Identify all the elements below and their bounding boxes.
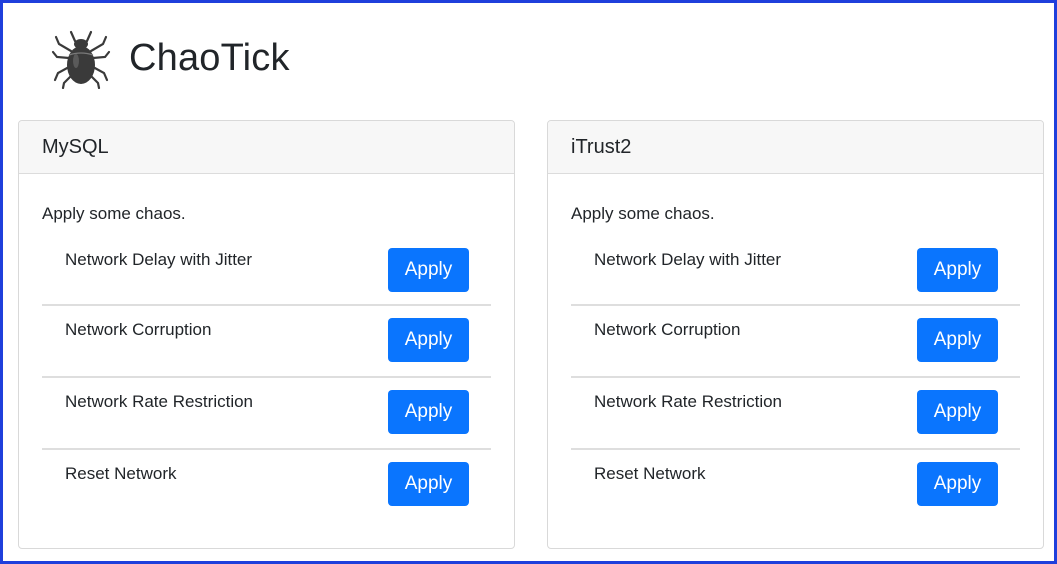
chaos-action-label: Network Corruption bbox=[65, 320, 212, 339]
card-description: Apply some chaos. bbox=[571, 204, 715, 223]
chaos-action-label: Network Rate Restriction bbox=[65, 392, 254, 411]
apply-button-network-rate[interactable]: Apply bbox=[917, 390, 998, 434]
card-body: Apply some chaos. Network Delay with Jit… bbox=[548, 203, 1043, 522]
chaos-action-label: Reset Network bbox=[65, 464, 177, 483]
card-itrust2: iTrust2 Apply some chaos. Network Delay … bbox=[547, 120, 1044, 549]
chaos-action-row: Reset Network Apply bbox=[571, 450, 1020, 522]
chaos-action-label: Network Delay with Jitter bbox=[65, 250, 253, 269]
apply-button-network-delay[interactable]: Apply bbox=[917, 248, 998, 292]
chaos-action-row: Reset Network Apply bbox=[42, 450, 491, 522]
apply-button-reset-network[interactable]: Apply bbox=[917, 462, 998, 506]
app-title: ChaoTick bbox=[129, 36, 290, 79]
card-mysql: MySQL Apply some chaos. Network Delay wi… bbox=[18, 120, 515, 549]
apply-button-reset-network[interactable]: Apply bbox=[388, 462, 469, 506]
chaos-action-label: Network Rate Restriction bbox=[594, 392, 783, 411]
apply-button-network-corruption[interactable]: Apply bbox=[917, 318, 998, 362]
chaos-action-row: Network Delay with Jitter Apply bbox=[42, 236, 491, 306]
chaos-action-row: Network Rate Restriction Apply bbox=[571, 378, 1020, 450]
chaos-action-row: Network Corruption Apply bbox=[42, 306, 491, 378]
card-header: MySQL bbox=[19, 121, 514, 174]
card-description: Apply some chaos. bbox=[42, 204, 186, 223]
chaos-action-row: Network Corruption Apply bbox=[571, 306, 1020, 378]
chaos-action-list: Network Delay with Jitter Apply Network … bbox=[42, 236, 491, 522]
chaos-action-list: Network Delay with Jitter Apply Network … bbox=[571, 236, 1020, 522]
window-frame: ChaoTick MySQL Apply some chaos. Network… bbox=[0, 0, 1057, 564]
apply-button-network-delay[interactable]: Apply bbox=[388, 248, 469, 292]
card-header: iTrust2 bbox=[548, 121, 1043, 174]
tick-bug-icon bbox=[51, 27, 111, 90]
app-header: ChaoTick bbox=[51, 27, 290, 90]
chaos-action-row: Network Rate Restriction Apply bbox=[42, 378, 491, 450]
chaos-action-row: Network Delay with Jitter Apply bbox=[571, 236, 1020, 306]
apply-button-network-corruption[interactable]: Apply bbox=[388, 318, 469, 362]
chaos-action-label: Reset Network bbox=[594, 464, 706, 483]
chaos-action-label: Network Delay with Jitter bbox=[594, 250, 782, 269]
apply-button-network-rate[interactable]: Apply bbox=[388, 390, 469, 434]
chaos-action-label: Network Corruption bbox=[594, 320, 741, 339]
card-body: Apply some chaos. Network Delay with Jit… bbox=[19, 203, 514, 522]
